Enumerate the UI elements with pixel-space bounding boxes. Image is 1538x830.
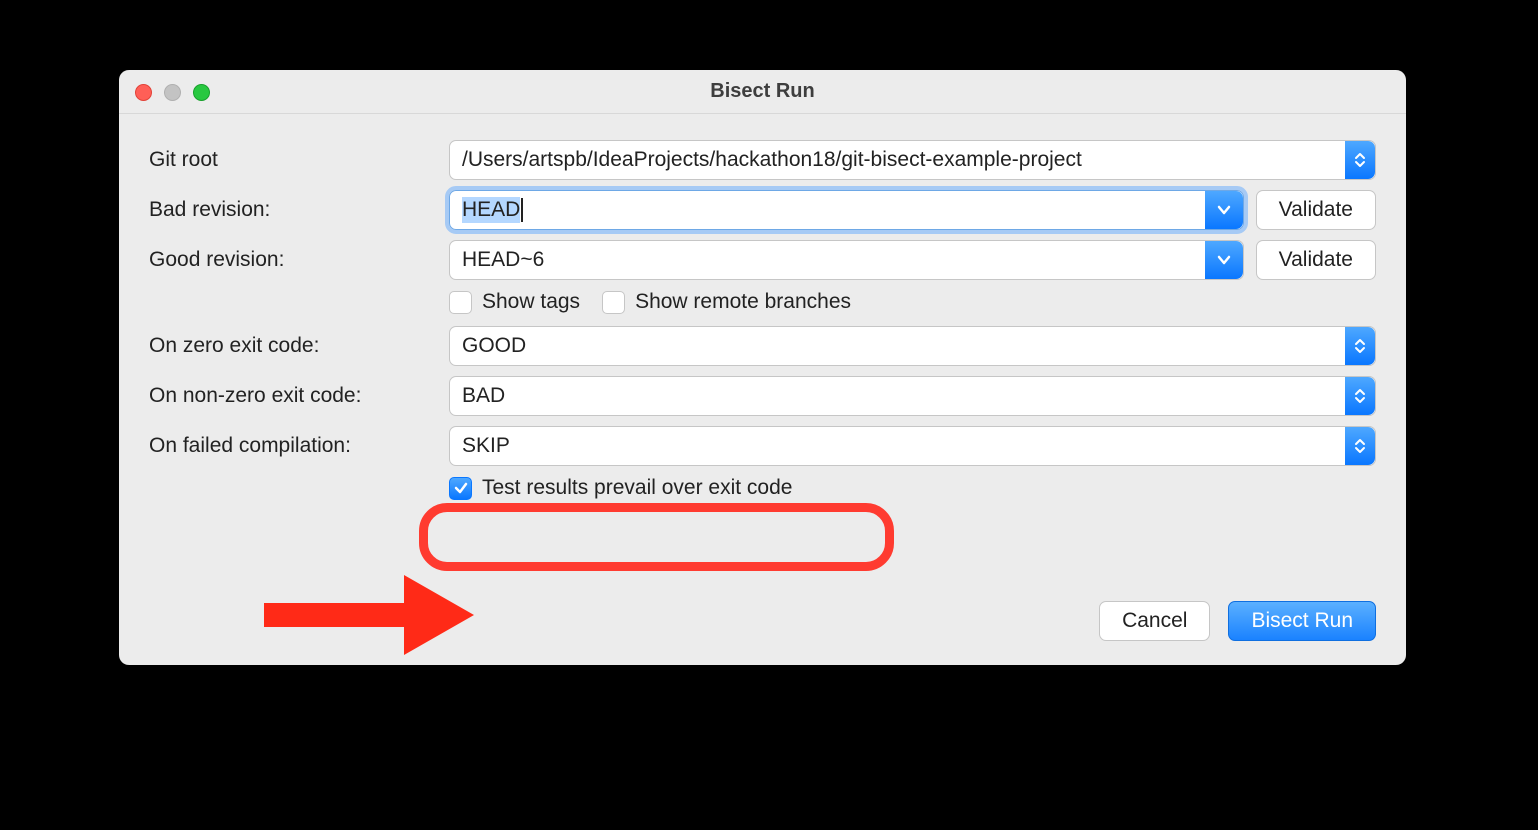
dialog-content: Git root /Users/artspb/IdeaProjects/hack… [119, 114, 1406, 530]
show-remote-label: Show remote branches [635, 290, 851, 314]
cancel-button[interactable]: Cancel [1099, 601, 1210, 641]
good-revision-value: HEAD~6 [462, 248, 544, 272]
chevron-updown-icon[interactable] [1345, 327, 1375, 365]
test-prevail-label: Test results prevail over exit code [482, 476, 792, 500]
text-cursor-icon [521, 198, 523, 222]
bad-revision-input[interactable]: HEAD [449, 190, 1244, 230]
bad-revision-label: Bad revision: [149, 198, 449, 222]
minimize-icon [164, 84, 181, 101]
test-prevail-checkbox[interactable] [449, 477, 472, 500]
zoom-icon[interactable] [193, 84, 210, 101]
validate-bad-button[interactable]: Validate [1256, 190, 1376, 230]
show-tags-checkbox[interactable] [449, 291, 472, 314]
chevron-updown-icon[interactable] [1345, 377, 1375, 415]
bad-revision-value: HEAD [462, 197, 520, 223]
bisect-run-button[interactable]: Bisect Run [1228, 601, 1376, 641]
on-failed-value: SKIP [462, 434, 510, 458]
on-zero-label: On zero exit code: [149, 334, 449, 358]
titlebar: Bisect Run [119, 70, 1406, 114]
good-revision-label: Good revision: [149, 248, 449, 272]
show-remote-checkbox-row[interactable]: Show remote branches [602, 290, 851, 314]
git-root-value: /Users/artspb/IdeaProjects/hackathon18/g… [462, 148, 1082, 172]
chevron-down-icon[interactable] [1205, 241, 1243, 279]
chevron-updown-icon[interactable] [1345, 427, 1375, 465]
validate-good-button[interactable]: Validate [1256, 240, 1376, 280]
dialog-footer: Cancel Bisect Run [1099, 601, 1376, 641]
show-remote-checkbox[interactable] [602, 291, 625, 314]
on-failed-select[interactable]: SKIP [449, 426, 1376, 466]
on-nonzero-value: BAD [462, 384, 505, 408]
on-nonzero-label: On non-zero exit code: [149, 384, 449, 408]
chevron-updown-icon[interactable] [1345, 141, 1375, 179]
on-zero-value: GOOD [462, 334, 526, 358]
close-icon[interactable] [135, 84, 152, 101]
git-root-label: Git root [149, 148, 449, 172]
show-tags-checkbox-row[interactable]: Show tags [449, 290, 580, 314]
good-revision-input[interactable]: HEAD~6 [449, 240, 1244, 280]
on-failed-label: On failed compilation: [149, 434, 449, 458]
test-prevail-checkbox-row[interactable]: Test results prevail over exit code [449, 476, 792, 500]
on-nonzero-select[interactable]: BAD [449, 376, 1376, 416]
bisect-run-dialog: Bisect Run Git root /Users/artspb/IdeaPr… [119, 70, 1406, 665]
window-controls [135, 84, 210, 101]
git-root-select[interactable]: /Users/artspb/IdeaProjects/hackathon18/g… [449, 140, 1376, 180]
on-zero-select[interactable]: GOOD [449, 326, 1376, 366]
dialog-title: Bisect Run [710, 80, 814, 103]
chevron-down-icon[interactable] [1205, 191, 1243, 229]
show-tags-label: Show tags [482, 290, 580, 314]
